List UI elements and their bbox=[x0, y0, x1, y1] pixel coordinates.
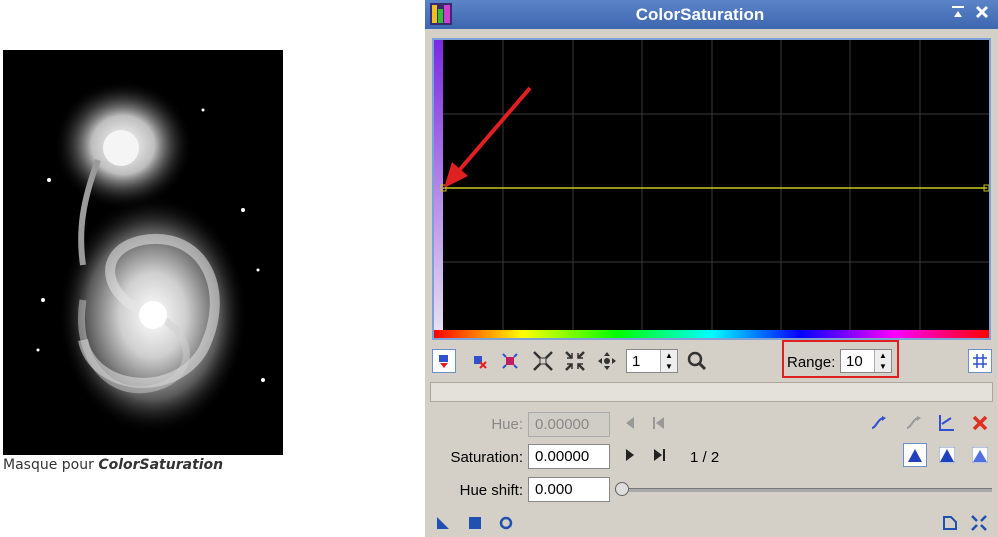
point-counter: 1 / 2 bbox=[690, 449, 720, 466]
hue-shift-slider-track[interactable] bbox=[615, 488, 992, 492]
interpolation-linear-icon[interactable] bbox=[934, 411, 958, 435]
zoom-factor-spinbox[interactable]: 1 ▲ ▼ bbox=[626, 349, 678, 373]
hue-field[interactable]: 0.00000 bbox=[528, 412, 610, 437]
range-highlight-box bbox=[782, 340, 899, 378]
hue-shift-label: Hue shift: bbox=[459, 482, 523, 499]
pan-icon[interactable] bbox=[595, 349, 619, 373]
curve-shape-1-icon[interactable] bbox=[903, 443, 927, 467]
documentation-icon[interactable] bbox=[938, 511, 962, 535]
hue-label: Hue: bbox=[491, 416, 523, 433]
hue-shift-slider-handle[interactable] bbox=[615, 482, 629, 496]
apply-icon[interactable] bbox=[463, 511, 487, 535]
interpolation-akima-icon[interactable] bbox=[867, 411, 891, 435]
hue-spectrum-bar bbox=[434, 330, 989, 338]
process-control-bar bbox=[425, 508, 998, 537]
select-point-icon[interactable] bbox=[498, 349, 522, 373]
zoom-factor-value: 1 bbox=[632, 353, 641, 370]
next-point-icon[interactable] bbox=[618, 443, 642, 467]
graph-grid bbox=[443, 40, 989, 330]
red-arrow-annotation bbox=[444, 86, 532, 188]
reset-curve-icon[interactable] bbox=[968, 411, 992, 435]
saturation-curve-graph[interactable] bbox=[432, 38, 991, 340]
colorsaturation-window: ColorSaturation 1 ▲ ▼ 10 ▲ ▼ Range: Hue:… bbox=[425, 0, 998, 537]
window-title: ColorSaturation bbox=[635, 5, 765, 24]
zoom-tool-icon[interactable] bbox=[685, 349, 709, 373]
reset-instance-icon[interactable] bbox=[967, 511, 991, 535]
store-curve-icon[interactable] bbox=[432, 349, 456, 373]
mask-caption: Masque pour ColorSaturation bbox=[3, 457, 223, 473]
caption-process-name: ColorSaturation bbox=[98, 457, 224, 473]
grid-toggle-icon[interactable] bbox=[968, 349, 992, 373]
last-point-icon[interactable] bbox=[647, 443, 671, 467]
galaxy-mask-image bbox=[3, 50, 283, 455]
graph-toolbar: 1 ▲ ▼ 10 ▲ ▼ bbox=[425, 346, 998, 378]
zoom-out-icon[interactable] bbox=[563, 349, 587, 373]
title-bar[interactable]: ColorSaturation bbox=[425, 0, 998, 29]
shade-icon[interactable] bbox=[949, 5, 967, 23]
delete-point-icon[interactable] bbox=[467, 349, 491, 373]
status-bar bbox=[430, 382, 993, 402]
curve-shape-3-icon[interactable] bbox=[968, 443, 992, 467]
prev-point-icon[interactable] bbox=[618, 411, 642, 435]
new-instance-icon[interactable] bbox=[431, 511, 455, 535]
apply-global-icon[interactable] bbox=[494, 511, 518, 535]
hue-shift-field[interactable]: 0.000 bbox=[528, 477, 610, 502]
zoom-factor-arrows[interactable]: ▲ ▼ bbox=[660, 350, 677, 372]
first-point-icon[interactable] bbox=[647, 411, 671, 435]
caption-text: Masque pour bbox=[3, 457, 99, 473]
close-icon[interactable] bbox=[973, 5, 991, 23]
zoom-in-icon[interactable] bbox=[531, 349, 555, 373]
saturation-label: Saturation: bbox=[450, 449, 523, 466]
curve-shape-2-icon[interactable] bbox=[935, 443, 959, 467]
interpolation-cubic-icon[interactable] bbox=[902, 411, 926, 435]
saturation-field[interactable]: 0.00000 bbox=[528, 444, 610, 469]
